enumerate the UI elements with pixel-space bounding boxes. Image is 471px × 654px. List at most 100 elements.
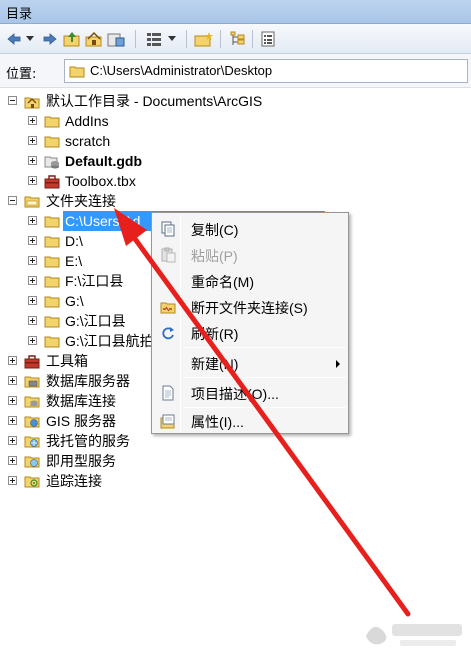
- tree-node-label: GIS 服务器: [46, 413, 117, 429]
- folder-icon: [44, 133, 60, 149]
- gis-server-icon: [24, 413, 40, 429]
- tree-node-label: 数据库连接: [46, 393, 116, 409]
- tree-node-label: E:\: [65, 253, 83, 269]
- folder-icon: [44, 313, 60, 329]
- disconnect-folder-icon: [160, 299, 176, 315]
- location-input[interactable]: C:\Users\Administrator\Desktop: [64, 59, 468, 83]
- refresh-icon: [160, 325, 176, 341]
- up-folder-icon[interactable]: [62, 29, 82, 49]
- expand-icon[interactable]: [28, 256, 37, 265]
- ready-services-icon: [24, 453, 40, 469]
- folder-icon: [44, 233, 60, 249]
- toolbox-icon: [44, 173, 60, 189]
- geodatabase-icon: [44, 153, 60, 169]
- tree-node-label: 我托管的服务: [46, 433, 130, 449]
- expand-icon[interactable]: [28, 216, 37, 225]
- expand-icon[interactable]: [28, 276, 37, 285]
- menu-item-refresh[interactable]: 刷新(R): [154, 321, 346, 345]
- home-folder-icon[interactable]: [84, 29, 104, 49]
- menu-item-label: 刷新(R): [191, 326, 239, 342]
- tracking-connection-icon: [24, 473, 40, 489]
- menu-item-paste[interactable]: 粘贴(P): [154, 243, 346, 267]
- expand-icon[interactable]: [28, 296, 37, 305]
- menu-item-properties[interactable]: 属性(I)...: [154, 409, 346, 433]
- expand-icon[interactable]: [8, 476, 17, 485]
- tree-view-icon[interactable]: [228, 29, 248, 49]
- tree-node-label: G:\: [65, 293, 84, 309]
- toolbox-icon: [24, 353, 40, 369]
- folder-icon: [44, 333, 60, 349]
- expand-icon[interactable]: [8, 396, 17, 405]
- submenu-arrow-icon: [336, 360, 340, 368]
- expand-icon[interactable]: [28, 136, 37, 145]
- menu-item-rename[interactable]: 重命名(M): [154, 269, 346, 293]
- expand-icon[interactable]: [28, 156, 37, 165]
- menu-item-label: 属性(I)...: [191, 414, 244, 430]
- expand-icon[interactable]: [8, 356, 17, 365]
- location-value: C:\Users\Administrator\Desktop: [90, 63, 273, 78]
- menu-item-label: 粘贴(P): [191, 248, 238, 264]
- tree-node-label: AddIns: [65, 113, 109, 129]
- tree-node-label: G:\江口县航拍: [65, 333, 154, 349]
- hosted-services-icon: [24, 433, 40, 449]
- toolbar-separator: [135, 30, 136, 48]
- expand-icon[interactable]: [28, 316, 37, 325]
- menu-item-label: 新建(N): [191, 356, 239, 372]
- menu-item-label: 断开文件夹连接(S): [191, 300, 308, 316]
- tree-node-label: 工具箱: [46, 353, 88, 369]
- folder-icon: [44, 113, 60, 129]
- tree-node-label: 数据库服务器: [46, 373, 130, 389]
- menu-item-new[interactable]: 新建(N): [154, 351, 346, 375]
- paste-icon: [160, 247, 176, 263]
- expand-icon[interactable]: [8, 376, 17, 385]
- menu-item-disconnect[interactable]: 断开文件夹连接(S): [154, 295, 346, 319]
- menu-item-item-description[interactable]: 项目描述(O)...: [154, 381, 346, 405]
- new-folder-icon[interactable]: [194, 29, 214, 49]
- folder-icon: [44, 213, 60, 229]
- expand-icon[interactable]: [28, 336, 37, 345]
- menu-item-label: 复制(C): [191, 222, 239, 238]
- tree-node-label: 追踪连接: [46, 473, 102, 489]
- menu-separator: [184, 377, 346, 378]
- expand-icon[interactable]: [28, 176, 37, 185]
- tree-node-label: 文件夹连接: [46, 193, 116, 209]
- menu-item-copy[interactable]: 复制(C): [154, 217, 346, 241]
- expand-icon[interactable]: [28, 116, 37, 125]
- toolbar-separator: [186, 30, 187, 48]
- menu-separator: [184, 407, 346, 408]
- context-menu: 复制(C) 粘贴(P) 重命名(M) 断开文件夹连接(S) 刷新(R) 新建(N…: [151, 212, 349, 434]
- folder-icon: [44, 293, 60, 309]
- tree-node-label: 默认工作目录 - Documents\ArcGIS: [46, 93, 263, 109]
- tree-node-label: scratch: [65, 133, 111, 149]
- folder-icon: [44, 253, 60, 269]
- back-arrow-icon[interactable]: [4, 29, 24, 49]
- toolbar-separator: [252, 30, 253, 48]
- home-folder-icon: [24, 93, 40, 109]
- database-server-icon: [24, 373, 40, 389]
- menu-separator: [184, 347, 346, 348]
- collapse-icon[interactable]: [8, 196, 17, 205]
- collapse-icon[interactable]: [8, 96, 17, 105]
- expand-icon[interactable]: [8, 456, 17, 465]
- location-label: 位置:: [6, 67, 37, 82]
- view-list-icon[interactable]: [144, 29, 164, 49]
- expand-icon[interactable]: [8, 436, 17, 445]
- view-dropdown-icon[interactable]: [166, 29, 178, 49]
- watermark-logo: [366, 624, 462, 646]
- options-icon[interactable]: [258, 29, 278, 49]
- tree-node-label: Toolbox.tbx: [65, 173, 136, 189]
- menu-item-label: 项目描述(O)...: [191, 386, 279, 402]
- menu-item-label: 重命名(M): [191, 274, 254, 290]
- window-title: 目录: [6, 7, 33, 22]
- connect-folder-icon[interactable]: [106, 29, 126, 49]
- forward-arrow-icon[interactable]: [40, 29, 60, 49]
- folder-connections-icon: [24, 193, 40, 209]
- tree-node-label: D:\: [65, 233, 83, 249]
- expand-icon[interactable]: [8, 416, 17, 425]
- properties-icon: [160, 413, 176, 429]
- expand-icon[interactable]: [28, 236, 37, 245]
- back-dropdown-icon[interactable]: [24, 29, 36, 49]
- document-icon: [160, 385, 176, 401]
- tree-node-label: G:\江口县: [65, 313, 126, 329]
- tree-node-label: F:\江口县: [65, 273, 124, 289]
